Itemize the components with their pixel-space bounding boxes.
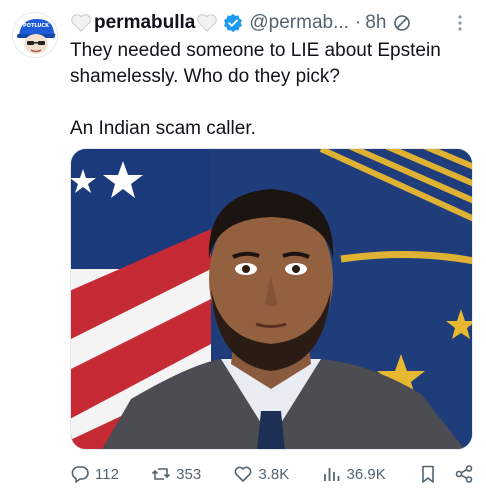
tweet-text-line: An Indian scam caller. (70, 118, 256, 139)
tweet-text: They needed someone to LIE about Epstein… (70, 38, 480, 142)
like-count: 3.8K (258, 465, 290, 483)
tweet-text-line: They needed someone to LIE about Epstein… (70, 40, 441, 87)
repost-icon (152, 468, 171, 480)
reply-count: 112 (95, 465, 119, 483)
reply-icon (71, 466, 89, 483)
white-heart-icon (197, 14, 218, 32)
handle[interactable]: @permab... (249, 12, 349, 34)
repost-count: 353 (176, 465, 202, 483)
separator-dot: · (354, 12, 362, 33)
like-button[interactable]: 3.8K (233, 464, 289, 484)
photo (71, 149, 472, 449)
tweet[interactable]: POTLUCK permabulla @permab... · 8h They … (0, 0, 486, 500)
edited-icon (394, 15, 411, 31)
share-icon[interactable] (454, 464, 474, 484)
reply-button[interactable]: 112 (70, 464, 119, 484)
avatar-logo-text: POTLUCK (23, 23, 50, 29)
tweet-header: permabulla @permab... · 8h (70, 10, 474, 36)
white-heart-icon (71, 14, 91, 32)
more-icon[interactable] (450, 13, 470, 33)
tweet-media-photo[interactable] (70, 148, 473, 450)
views-button[interactable]: 36.9K (322, 464, 386, 484)
tweet-actions-right (418, 464, 474, 484)
tweet-actions: 112 353 3.8K 36.9K (70, 460, 474, 488)
like-icon (234, 466, 252, 482)
timestamp[interactable]: 8h (365, 12, 386, 34)
repost-button[interactable]: 353 (151, 464, 201, 484)
views-count: 36.9K (346, 465, 386, 483)
display-name[interactable]: permabulla (94, 12, 195, 34)
views-icon (323, 468, 339, 481)
avatar[interactable]: POTLUCK (12, 12, 58, 58)
verified-badge-icon (224, 13, 243, 33)
bookmark-icon[interactable] (418, 464, 438, 484)
